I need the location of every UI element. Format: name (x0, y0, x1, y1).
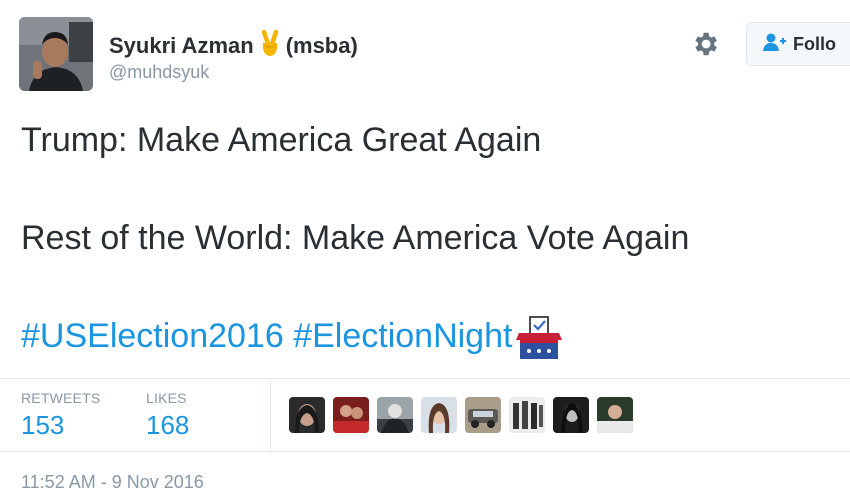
follow-button[interactable]: Follo (746, 22, 850, 66)
liker-avatar[interactable] (553, 397, 589, 433)
liker-avatar[interactable] (421, 397, 457, 433)
gear-icon[interactable] (690, 29, 720, 59)
liker-avatar[interactable] (597, 397, 633, 433)
liker-avatar[interactable] (509, 397, 545, 433)
likes-label: LIKES (146, 390, 187, 406)
display-name[interactable]: Syukri Azman (msba) (109, 29, 358, 63)
liker-avatar[interactable] (333, 397, 369, 433)
divider (0, 378, 850, 379)
divider (0, 451, 850, 452)
victory-hand-emoji-icon (258, 29, 282, 63)
tweet-header: Syukri Azman (msba) @muhdsyuk Follo (0, 0, 850, 100)
tweet-timestamp[interactable]: 11:52 AM - 9 Nov 2016 (21, 472, 204, 493)
hashtag-electionnight[interactable]: #ElectionNight (293, 317, 512, 355)
avatar[interactable] (19, 17, 93, 91)
follow-button-label: Follo (793, 33, 836, 54)
liker-avatar[interactable] (465, 397, 501, 433)
tweet-text: Trump: Make America Great Again Rest of … (21, 116, 841, 361)
tweet-hashtags: #USElection2016 #ElectionNight (21, 312, 841, 361)
liker-avatar[interactable] (289, 397, 325, 433)
retweets-label: RETWEETS (21, 390, 101, 406)
liker-avatar[interactable] (377, 397, 413, 433)
stats-separator (270, 380, 271, 450)
retweets-count[interactable]: 153 (21, 410, 64, 441)
tweet-line-2: Rest of the World: Make America Vote Aga… (21, 219, 690, 257)
user-handle[interactable]: @muhdsyuk (109, 62, 209, 83)
display-name-text: Syukri Azman (109, 33, 254, 58)
hashtag-uselection2016[interactable]: #USElection2016 (21, 317, 284, 355)
follow-person-icon (761, 32, 787, 57)
tweet-line-1: Trump: Make America Great Again (21, 121, 542, 159)
display-name-suffix: (msba) (285, 33, 358, 58)
liker-avatars (289, 397, 633, 433)
likes-count[interactable]: 168 (146, 410, 189, 441)
ballot-box-emoji-icon (514, 315, 564, 375)
